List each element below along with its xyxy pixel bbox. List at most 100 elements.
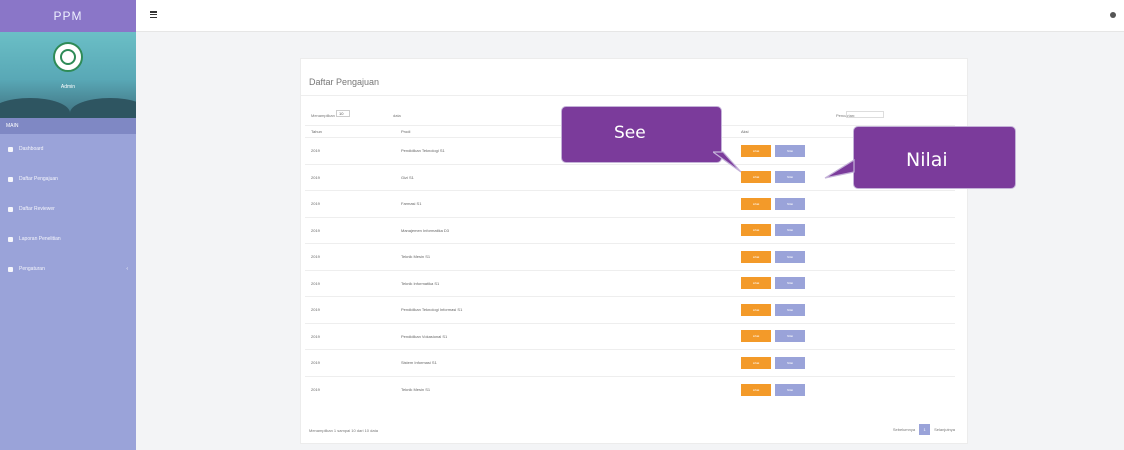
decorative-hill [0,98,70,118]
sidebar-item-label: Dashboard [19,146,44,152]
see-button[interactable]: Lihat [741,303,771,316]
table-row: 2019 Pendidikan Vokasional S1 Lihat Nilai [305,322,955,350]
callout-nilai-pointer [824,158,855,179]
cell-prodi: Gizi S1 [395,163,735,191]
table-row: 2019 Farmasi S1 Lihat Nilai [305,190,955,217]
table-row: 2019 Teknik Informatika S1 Lihat Nilai [305,269,955,297]
power-icon [60,49,76,65]
page-button-current[interactable]: 1 [919,424,931,435]
see-button[interactable]: Lihat [741,144,771,157]
gear-icon [8,266,13,272]
brand-logo[interactable]: PPM [0,0,136,32]
cell-prodi: Teknik Mesin S1 [395,375,735,403]
see-button[interactable]: Lihat [741,197,771,210]
cell-tahun: 2019 [305,216,395,244]
see-button[interactable]: Lihat [741,383,771,396]
avatar[interactable] [53,42,83,72]
cell-tahun: 2019 [305,243,395,270]
sidebar-item-label: Laporan Penelitian [19,236,61,242]
pagination: Sebelumnya 1 Selanjutnya [893,424,955,435]
cell-prodi: Teknik Mesin S1 [395,243,735,270]
nilai-button[interactable]: Nilai [775,197,805,210]
profile-panel: Admin [0,32,136,118]
entries-suffix: data [393,113,401,118]
cell-aksi: Lihat Nilai [735,322,955,350]
cell-aksi: Lihat Nilai [735,269,955,297]
sidebar-item-daftar-pengajuan[interactable]: Daftar Pengajuan [0,164,136,194]
nilai-button[interactable]: Nilai [775,144,805,157]
see-button[interactable]: Lihat [741,356,771,369]
nilai-button[interactable]: Nilai [775,224,805,237]
nilai-button[interactable]: Nilai [775,383,805,396]
menu-toggle-icon[interactable] [150,11,157,18]
cell-tahun: 2019 [305,137,395,164]
user-menu-icon[interactable] [1110,12,1116,18]
chevron-left-icon: ‹ [126,266,128,272]
search-input[interactable] [846,111,884,118]
table-row: 2019 Teknik Mesin S1 Lihat Nilai [305,375,955,403]
sidebar-item-dashboard[interactable]: Dashboard [0,134,136,164]
cell-prodi: Teknik Informatika S1 [395,269,735,297]
table-row: 2019 Sistem Informasi S1 Lihat Nilai [305,349,955,376]
user-name: Admin [60,84,76,90]
home-icon [8,146,13,152]
cell-tahun: 2019 [305,375,395,403]
nilai-button[interactable]: Nilai [775,171,805,184]
callout-see-text: See [614,123,646,143]
divider [301,95,967,96]
next-page-button[interactable]: Selanjutnya [934,427,955,432]
show-entries-label: Menampilkan [311,113,335,118]
cell-tahun: 2019 [305,296,395,323]
cell-tahun: 2019 [305,163,395,191]
cell-tahun: 2019 [305,322,395,350]
see-button[interactable]: Lihat [741,171,771,184]
cell-tahun: 2019 [305,190,395,217]
see-button[interactable]: Lihat [741,224,771,237]
cell-aksi: Lihat Nilai [735,349,955,376]
cell-prodi: Sistem Informasi S1 [395,349,735,376]
see-button[interactable]: Lihat [741,330,771,343]
nilai-button[interactable]: Nilai [775,330,805,343]
sidebar-item-label: Daftar Reviewer [19,206,55,212]
table-row: 2019 Teknik Mesin S1 Lihat Nilai [305,243,955,270]
prev-page-button[interactable]: Sebelumnya [893,427,915,432]
cell-aksi: Lihat Nilai [735,243,955,270]
sidebar-item-label: Pengaturan [19,266,45,272]
cell-aksi: Lihat Nilai [735,296,955,323]
cell-tahun: 2019 [305,349,395,376]
users-icon [8,206,13,212]
list-icon [8,176,13,182]
sidebar-item-label: Daftar Pengajuan [19,176,58,182]
see-button[interactable]: Lihat [741,250,771,263]
file-icon [8,236,13,242]
callout-nilai: Nilai [853,126,1016,189]
cell-tahun: 2019 [305,269,395,297]
decorative-hill [70,98,136,118]
cell-prodi: Farmasi S1 [395,190,735,217]
sidebar: PPM Admin MAIN Dashboard Daftar Pengajua… [0,0,136,450]
nilai-button[interactable]: Nilai [775,277,805,290]
nilai-button[interactable]: Nilai [775,250,805,263]
callout-see: See [561,106,722,163]
entries-select[interactable]: 10 [336,110,350,117]
table-row: 2019 Pendidikan Teknologi Informasi S1 Lih… [305,296,955,323]
sidebar-item-laporan[interactable]: Laporan Penelitian [0,224,136,254]
sidebar-item-pengaturan[interactable]: Pengaturan ‹ [0,254,136,284]
nilai-button[interactable]: Nilai [775,303,805,316]
cell-prodi: Manajemen Informatika D3 [395,216,735,244]
see-button[interactable]: Lihat [741,277,771,290]
brand-text: PPM [53,9,83,23]
cell-aksi: Lihat Nilai [735,190,955,217]
callout-see-pointer [713,151,742,173]
cell-prodi: Pendidikan Teknologi Informasi S1 [395,296,735,323]
column-header-tahun[interactable]: Tahun [305,125,395,138]
nav-section-label: MAIN [6,123,19,129]
card-title: Daftar Pengajuan [309,77,380,87]
topbar [136,0,1124,32]
sidebar-item-daftar-reviewer[interactable]: Daftar Reviewer [0,194,136,224]
table-row: 2019 Manajemen Informatika D3 Lihat Nilai [305,216,955,244]
nav-section-header: MAIN [0,118,136,134]
nilai-button[interactable]: Nilai [775,356,805,369]
cell-aksi: Lihat Nilai [735,375,955,403]
cell-aksi: Lihat Nilai [735,216,955,244]
